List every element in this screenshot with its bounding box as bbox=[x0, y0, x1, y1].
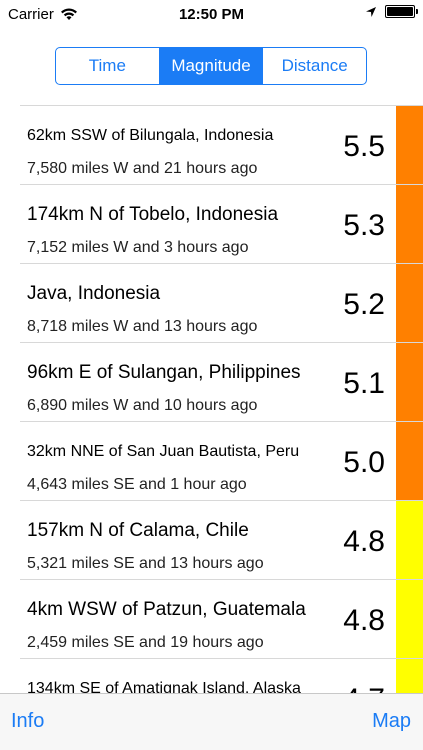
segment-distance[interactable]: Distance bbox=[262, 48, 366, 84]
magnitude-color-bar bbox=[396, 501, 423, 579]
quake-distance-time: 6,890 miles W and 10 hours ago bbox=[27, 397, 258, 414]
table-row[interactable]: 62km SSW of Bilungala, Indonesia 7,580 mi… bbox=[20, 106, 423, 185]
quake-distance-time: 7,580 miles W and 21 hours ago bbox=[27, 160, 258, 177]
quake-location: 62km SSW of Bilungala, Indonesia bbox=[27, 127, 274, 144]
location-arrow-icon bbox=[366, 6, 376, 17]
battery-icon bbox=[385, 5, 418, 18]
map-button[interactable]: Map bbox=[372, 710, 411, 733]
quake-magnitude: 4.8 bbox=[343, 525, 385, 558]
earthquake-list[interactable]: 62km SSW of Bilungala, Indonesia 7,580 mi… bbox=[20, 105, 423, 696]
sort-segmented-control[interactable]: Time Magnitude Distance bbox=[55, 47, 367, 85]
status-right bbox=[365, 5, 418, 18]
quake-magnitude: 5.0 bbox=[343, 446, 385, 479]
quake-distance-time: 7,152 miles W and 3 hours ago bbox=[27, 239, 249, 256]
quake-location: 157km N of Calama, Chile bbox=[27, 520, 249, 541]
quake-distance-time: 2,459 miles SE and 19 hours ago bbox=[27, 634, 264, 651]
quake-distance-time: 8,718 miles W and 13 hours ago bbox=[27, 318, 258, 335]
segment-magnitude[interactable]: Magnitude bbox=[158, 48, 263, 84]
table-row[interactable]: 134km SE of Amatignak Island, Alaska4.7 bbox=[20, 659, 423, 696]
table-row[interactable]: 4km WSW of Patzun, Guatemala 2,459 miles … bbox=[20, 580, 423, 659]
table-row[interactable]: 32km NNE of San Juan Bautista, Peru 4,643… bbox=[20, 422, 423, 501]
quake-magnitude: 4.8 bbox=[343, 604, 385, 637]
magnitude-color-bar bbox=[396, 659, 423, 696]
magnitude-color-bar bbox=[396, 580, 423, 658]
segment-time[interactable]: Time bbox=[56, 48, 159, 84]
quake-magnitude: 5.1 bbox=[343, 367, 385, 400]
table-row[interactable]: Java, Indonesia 8,718 miles W and 13 hour… bbox=[20, 264, 423, 343]
table-row[interactable]: 174km N of Tobelo, Indonesia 7,152 miles … bbox=[20, 185, 423, 264]
quake-magnitude: 5.2 bbox=[343, 288, 385, 321]
magnitude-color-bar bbox=[396, 106, 423, 184]
magnitude-color-bar bbox=[396, 422, 423, 500]
quake-location: 32km NNE of San Juan Bautista, Peru bbox=[27, 443, 300, 460]
quake-magnitude: 5.3 bbox=[343, 209, 385, 242]
magnitude-color-bar bbox=[396, 264, 423, 342]
bottom-toolbar: Info Map bbox=[0, 693, 423, 750]
quake-magnitude: 5.5 bbox=[343, 130, 385, 163]
quake-distance-time: 5,321 miles SE and 13 hours ago bbox=[27, 555, 264, 572]
quake-distance-time: 4,643 miles SE and 1 hour ago bbox=[27, 476, 247, 493]
quake-location: 174km N of Tobelo, Indonesia bbox=[27, 204, 279, 225]
quake-location: Java, Indonesia bbox=[27, 283, 161, 304]
status-time: 12:50 PM bbox=[178, 6, 245, 23]
table-row[interactable]: 96km E of Sulangan, Philippines 6,890 mil… bbox=[20, 343, 423, 422]
quake-location: 4km WSW of Patzun, Guatemala bbox=[27, 599, 306, 620]
table-row[interactable]: 157km N of Calama, Chile 5,321 miles SE a… bbox=[20, 501, 423, 580]
quake-location: 96km E of Sulangan, Philippines bbox=[27, 362, 301, 383]
magnitude-color-bar bbox=[396, 343, 423, 421]
magnitude-color-bar bbox=[396, 185, 423, 263]
info-button[interactable]: Info bbox=[11, 710, 44, 733]
status-bar: Carrier 12:50 PM bbox=[0, 0, 423, 30]
